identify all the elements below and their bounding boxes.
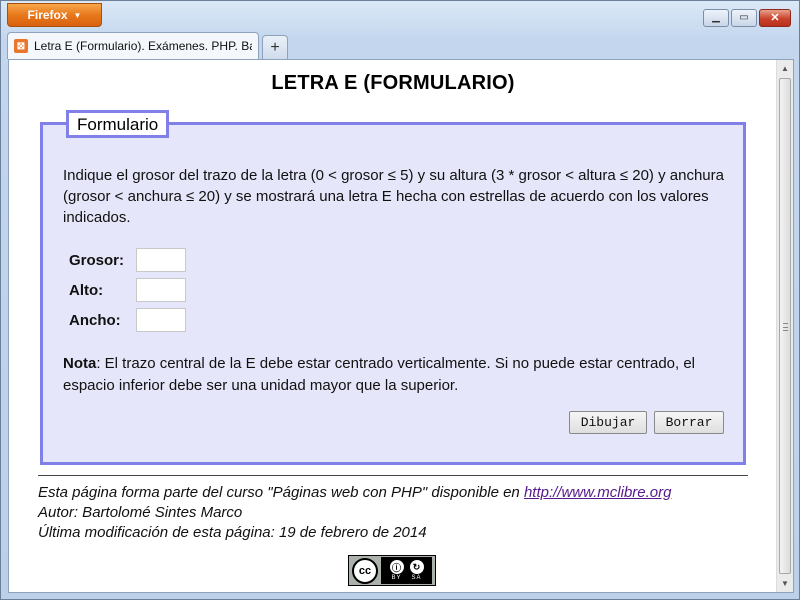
note-text: : El trazo central de la E debe estar ce…	[63, 355, 696, 394]
plus-icon: +	[270, 38, 280, 56]
tab-title: Letra E (Formulario). Exámenes. PHP. Bar…	[34, 39, 252, 53]
scroll-down-icon[interactable]: ▼	[777, 575, 793, 592]
tab-active[interactable]: ⊠ Letra E (Formulario). Exámenes. PHP. B…	[7, 32, 259, 59]
share-alike-icon: ↻	[409, 560, 424, 574]
mclibre-link[interactable]: http://www.mclibre.org	[524, 484, 672, 501]
favicon-icon: ⊠	[14, 39, 28, 53]
draw-button[interactable]: Dibujar	[569, 411, 647, 434]
chevron-down-icon: ▼	[73, 10, 82, 20]
new-tab-button[interactable]: +	[262, 35, 288, 59]
grip-icon	[783, 323, 788, 331]
footer-divider	[38, 475, 748, 476]
cc-icon: cc	[352, 557, 378, 584]
alto-input[interactable]	[136, 278, 186, 302]
alto-row: Alto:	[69, 278, 186, 302]
page-title: LETRA E (FORMULARIO)	[271, 72, 515, 94]
form-description: Indique el grosor del trazo de la letra …	[63, 167, 724, 226]
fieldset-box: Formulario Indique el grosor del trazo d…	[40, 110, 746, 465]
cc-license-badge[interactable]: cc ⓘ ↻ BY SA	[348, 555, 436, 586]
scrollbar-thumb[interactable]	[779, 78, 791, 574]
grosor-label: Grosor:	[69, 251, 125, 269]
vertical-scrollbar[interactable]: ▲ ▼	[776, 60, 793, 592]
ancho-row: Ancho:	[69, 308, 186, 332]
footer-course-text: Esta página forma parte del curso "Págin…	[38, 484, 524, 501]
note-paragraph: Nota: El trazo central de la E debe esta…	[63, 353, 739, 397]
minimize-button[interactable]: ▁	[703, 9, 729, 27]
page-content: LETRA E (FORMULARIO) Formulario Indique …	[9, 60, 777, 592]
ancho-input[interactable]	[136, 308, 186, 332]
note-label: Nota	[63, 355, 97, 372]
license-by-label: BY	[391, 575, 402, 581]
window-controls: ▁ ▭ ✕	[703, 9, 791, 27]
grosor-row: Grosor:	[69, 248, 186, 272]
grosor-input[interactable]	[136, 248, 186, 272]
firefox-menu-label: Firefox	[27, 8, 68, 22]
fieldset-legend: Formulario	[66, 110, 170, 138]
close-icon: ✕	[770, 11, 780, 24]
page-footer: Esta página forma parte del curso "Págin…	[38, 483, 758, 543]
browser-window: Firefox ▼ ▁ ▭ ✕ ⊠ Letra E (Formulario). …	[0, 0, 800, 600]
page-viewport: LETRA E (FORMULARIO) Formulario Indique …	[8, 59, 794, 593]
maximize-icon: ▭	[739, 12, 749, 23]
license-sa-label: SA	[411, 575, 422, 581]
maximize-button[interactable]: ▭	[731, 9, 757, 27]
close-button[interactable]: ✕	[759, 9, 791, 27]
alto-label: Alto:	[69, 281, 104, 299]
footer-modified: Última modificación de esta página: 19 d…	[38, 524, 427, 541]
tab-bar: ⊠ Letra E (Formulario). Exámenes. PHP. B…	[7, 32, 288, 59]
ancho-label: Ancho:	[69, 311, 121, 329]
firefox-menu-button[interactable]: Firefox ▼	[7, 3, 102, 27]
reset-button[interactable]: Borrar	[654, 411, 724, 434]
footer-author: Autor: Bartolomé Sintes Marco	[38, 504, 243, 521]
attribution-icon: ⓘ	[389, 560, 404, 574]
footer-course-line: Esta página forma parte del curso "Págin…	[38, 483, 758, 503]
minimize-icon: ▁	[712, 12, 720, 23]
license-terms: ⓘ ↻ BY SA	[381, 557, 432, 584]
scroll-up-icon[interactable]: ▲	[777, 60, 793, 77]
